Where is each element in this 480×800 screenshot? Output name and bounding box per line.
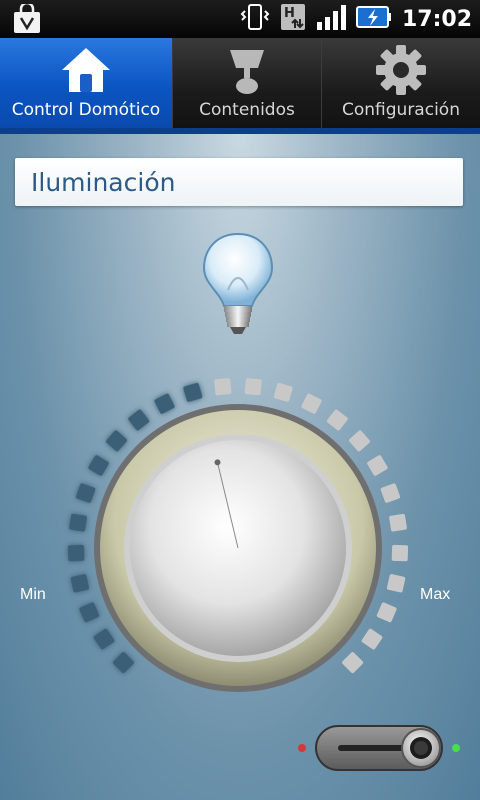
dial-tick-unlit [391,544,409,562]
dial-tick-unlit [376,602,397,623]
battery-charging-icon [355,4,392,34]
clock: 17:02 [401,6,472,32]
dial-tick-unlit [361,628,383,650]
dial-tick-unlit [326,409,348,431]
dial-tick-unlit [389,513,407,532]
dial-tick-unlit [367,455,388,476]
tab-label: Control Domótico [11,100,161,120]
tab-label: Contenidos [199,100,295,120]
hspa-data-icon: H [280,2,306,36]
dial-tick-lit [112,652,134,674]
dial-tick-lit [106,430,127,452]
svg-text:H: H [284,6,295,21]
dial-tick-unlit [386,574,406,593]
tab-label: Configuración [342,100,460,120]
dial-min-label: Min [20,586,46,603]
dial-tick-lit [93,628,115,650]
dial-tick-lit [128,409,150,431]
led-off-indicator [298,744,306,752]
status-bar: H 17:02 [0,0,480,38]
dial-tick-lit [67,544,85,562]
tab-contenidos[interactable]: Contenidos [173,38,321,128]
dial-tick-unlit [342,652,364,674]
dial-tick-unlit [214,378,232,396]
dimmer-dial[interactable] [0,364,480,704]
dial-tick-unlit [244,378,262,396]
signal-icon [316,4,346,34]
home-icon [59,44,113,96]
dial-tick-lit [154,393,175,414]
gear-icon [374,44,428,96]
dial-tick-unlit [380,483,401,503]
shopping-bag-icon [12,1,42,34]
dial-tick-unlit [349,430,370,452]
dial-max-label: Max [420,586,451,603]
main-content: Iluminación Min Max [0,134,480,800]
dial-tick-unlit [301,393,322,414]
vibrate-icon [240,2,270,36]
tab-configuracion[interactable]: Configuración [322,38,480,128]
dial-tick-lit [79,602,100,623]
dial-tick-unlit [273,382,293,402]
tab-bar: Control Domótico Contenidos Configuració… [0,38,480,128]
dial-tick-lit [70,574,90,593]
lamp-icon [222,44,272,96]
light-bulb-icon [200,230,276,340]
led-on-indicator [452,744,460,752]
section-title: Iluminación [31,168,176,197]
dial-tick-lit [69,513,87,532]
tab-control-domotico[interactable]: Control Domótico [0,38,172,128]
section-header: Iluminación [15,158,463,206]
dial-tick-lit [183,382,203,402]
power-toggle[interactable] [290,720,470,776]
dial-pointer-dot [214,459,221,466]
dial-tick-lit [88,455,109,476]
dial-tick-lit [75,483,96,503]
